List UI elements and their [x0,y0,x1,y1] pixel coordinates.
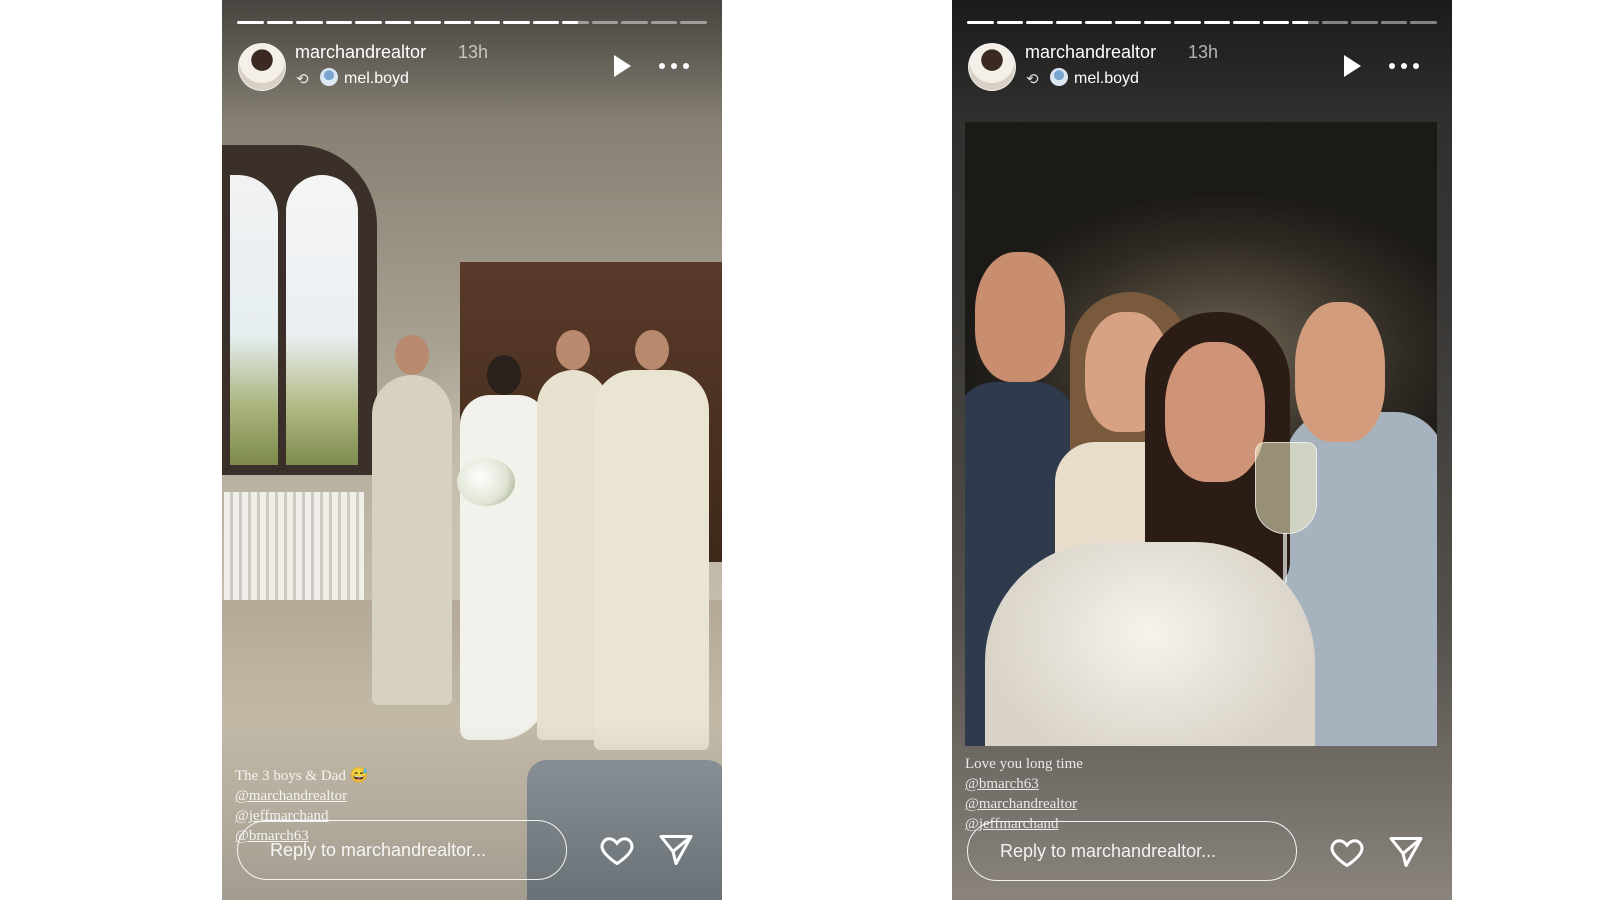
person-bride [460,355,548,740]
progress-segment [355,21,382,24]
progress-segment [1410,21,1437,24]
progress-segment [591,21,619,24]
progress-segment [1144,21,1171,24]
progress-segment [1055,21,1083,24]
repost-username[interactable]: mel.boyd [1074,70,1139,88]
story-card-right[interactable]: marchandrealtor 13h ⟲ mel.boyd Love you … [952,0,1452,900]
progress-segment [296,21,323,24]
repost-avatar[interactable] [1050,68,1068,86]
progress-segment [680,21,707,24]
progress-segment [237,21,264,24]
bouquet [457,458,515,506]
progress-segment [532,21,560,24]
story-card-left[interactable]: marchandrealtor 13h ⟲ mel.boyd The 3 boy… [222,0,722,900]
progress-segment [621,21,648,24]
wine-glass [1255,442,1317,583]
story-photo [965,122,1437,746]
progress-segment [1173,21,1201,24]
story-progress-bar [967,21,1437,24]
caption-tag[interactable]: @bmarch63 [965,774,1083,794]
progress-segment [1114,21,1142,24]
progress-segment [967,21,994,24]
caption-text: The 3 boys & Dad 😅 [235,768,369,784]
repost-avatar[interactable] [320,68,338,86]
progress-segment [1262,21,1290,24]
caption-tag[interactable]: @marchandrealtor [235,786,368,806]
progress-segment [650,21,678,24]
person-bride [985,542,1315,746]
story-timestamp: 13h [1188,42,1219,62]
caption-text: Love you long time [965,756,1083,772]
progress-segment [473,21,501,24]
story-username[interactable]: marchandrealtor [295,42,426,63]
heart-icon[interactable] [599,832,635,868]
progress-segment [1085,21,1112,24]
reply-field[interactable] [237,820,567,880]
progress-segment [384,21,412,24]
more-icon[interactable] [1389,63,1419,69]
progress-segment [1233,21,1260,24]
arched-window [222,145,377,475]
reply-input[interactable] [998,840,1292,863]
radiator [224,492,364,602]
person-brother [594,330,709,750]
reply-input[interactable] [268,839,562,862]
progress-segment [1026,21,1053,24]
progress-segment [996,21,1024,24]
person-groom-brother [372,335,452,705]
progress-segment [1351,21,1378,24]
progress-segment [1321,21,1349,24]
story-progress-bar [237,21,707,24]
story-timestamp: 13h [458,42,489,62]
heart-icon[interactable] [1329,834,1365,870]
avatar[interactable] [968,43,1016,91]
send-icon[interactable] [1388,834,1424,870]
progress-segment [1292,21,1319,24]
caption-tag[interactable]: @marchandrealtor [965,794,1083,814]
progress-segment [414,21,441,24]
send-icon[interactable] [658,832,694,868]
repost-username[interactable]: mel.boyd [344,70,409,88]
more-icon[interactable] [659,63,689,69]
progress-segment [1380,21,1408,24]
repost-icon: ⟲ [1026,71,1039,88]
progress-segment [325,21,353,24]
repost-icon: ⟲ [296,71,309,88]
avatar[interactable] [238,43,286,91]
play-icon[interactable] [614,55,631,77]
progress-segment [1203,21,1231,24]
progress-segment [562,21,589,24]
progress-segment [266,21,294,24]
progress-segment [503,21,530,24]
progress-segment [443,21,471,24]
story-username[interactable]: marchandrealtor [1025,42,1156,63]
play-icon[interactable] [1344,55,1361,77]
reply-field[interactable] [967,821,1297,881]
